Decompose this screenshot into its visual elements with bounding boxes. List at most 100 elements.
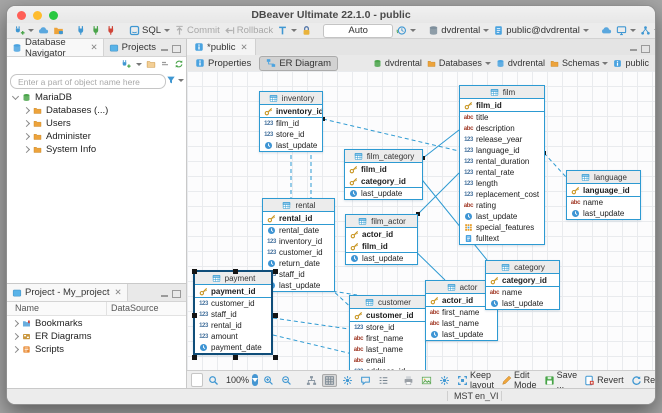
print-button[interactable] [401,374,416,387]
auto-commit-combo[interactable]: Auto [323,24,393,38]
entity-film_category[interactable]: film_categoryfilm_idcategory_idlast_upda… [344,149,423,200]
selection-handle[interactable] [192,269,197,274]
entity-payment[interactable]: paymentpayment_id123customer_id123staff_… [193,270,273,355]
disconnect-button[interactable] [105,24,118,38]
diagram-settings-button[interactable] [340,374,355,387]
expander-icon[interactable] [12,333,19,340]
minimize-panel-icon[interactable] [161,295,168,297]
schema-combo[interactable]: public@dvdrental [492,24,590,38]
entity-language[interactable]: languagelanguage_idabcnamelast_update [566,170,641,220]
selection-handle[interactable] [273,355,278,360]
maximize-panel-icon[interactable] [172,45,181,53]
filter-settings-button[interactable] [166,75,184,85]
er-diagram-canvas[interactable]: inventoryinventory_id123film_id123store_… [187,71,655,370]
tab-public-editor[interactable]: *public ✕ [187,39,256,55]
network-button[interactable] [639,24,656,38]
entity-header[interactable]: film_actor [346,215,417,228]
tree-item-root[interactable]: MariaDB [7,91,186,104]
entity-film[interactable]: filmfilm_idabctitleabcdescription123rele… [459,85,545,245]
column-name[interactable]: Name [15,303,39,313]
tab-project[interactable]: Project - My_project ✕ [7,284,128,301]
project-item[interactable]: Scripts [7,343,186,356]
lock-button[interactable] [300,24,313,38]
open-connection-button[interactable] [52,24,65,38]
refresh-button[interactable]: Refresh [629,374,656,387]
tree-item[interactable]: Administer [7,130,186,143]
expander-icon[interactable] [23,146,30,153]
diagram-options-button[interactable] [437,374,452,387]
breadcrumb-item[interactable]: public [612,58,649,68]
reconnect-button[interactable] [90,24,103,38]
selection-handle[interactable] [233,355,238,360]
diagram-search-field[interactable] [191,373,203,387]
export-image-button[interactable] [419,374,434,387]
auto-layout-button[interactable] [304,374,319,387]
minimize-panel-icon[interactable] [161,49,168,51]
expander-icon[interactable] [23,120,30,127]
selection-handle[interactable] [192,313,197,318]
entity-category[interactable]: categorycategory_idabcnamelast_update [485,260,560,310]
open-folder-button[interactable] [146,56,156,74]
expander-icon[interactable] [23,133,30,140]
project-item[interactable]: Bookmarks [7,317,186,330]
connect-to-database-button[interactable] [121,56,131,74]
breadcrumb-item[interactable]: Databases [426,58,491,68]
tree-item[interactable]: Databases (...) [7,104,186,117]
breadcrumb-item[interactable]: dvdrental [372,58,422,68]
selection-handle[interactable] [233,269,238,274]
ssh-console-button[interactable] [615,24,637,38]
maximize-editor-icon[interactable] [641,45,650,53]
entity-header[interactable]: inventory [260,92,322,105]
refresh-tree-button[interactable] [174,56,184,74]
selection-handle[interactable] [273,313,278,318]
transaction-mode-button[interactable] [276,24,298,38]
entity-film_actor[interactable]: film_actoractor_idfilm_idlast_update [345,214,418,265]
expander-icon[interactable] [12,320,19,327]
tree-item[interactable]: Users [7,117,186,130]
transaction-log-button[interactable] [395,24,417,38]
tab-er-diagram[interactable]: ER Diagram [259,56,338,71]
maximize-panel-icon[interactable] [172,290,181,298]
cloud-connections-button[interactable] [37,24,50,38]
collapse-all-button[interactable] [160,56,170,74]
close-icon[interactable]: ✕ [91,42,98,53]
toggle-grid-button[interactable] [322,374,337,387]
diagram-search-input[interactable] [195,374,199,386]
toggle-attributes-button[interactable] [376,374,391,387]
column-datasource[interactable]: DataSource [111,303,159,313]
selection-handle[interactable] [273,269,278,274]
entity-customer[interactable]: customercustomer_id123store_idabcfirst_n… [349,295,426,370]
rollback-button[interactable]: Rollback [223,24,274,38]
entity-inventory[interactable]: inventoryinventory_id123film_id123store_… [259,91,323,152]
project-item[interactable]: ER Diagrams [7,330,186,343]
close-icon[interactable]: ✕ [114,287,121,298]
object-filter-field[interactable] [10,74,166,89]
close-icon[interactable]: ✕ [241,42,248,53]
entity-header[interactable]: customer [350,296,425,309]
diagram-search-button[interactable] [206,374,221,387]
minimize-editor-icon[interactable] [630,49,637,51]
tab-properties[interactable]: Properties [189,57,257,70]
timezone-indicator[interactable]: MST [454,391,473,401]
entity-header[interactable]: film [460,86,544,99]
breadcrumb-item[interactable]: dvdrental [495,58,545,68]
entity-header[interactable]: rental [263,199,334,212]
commit-button[interactable]: Commit [173,24,221,38]
expander-icon[interactable] [12,346,19,353]
connect-button[interactable] [75,24,88,38]
tab-database-navigator[interactable]: Database Navigator ✕ [7,39,104,56]
zoom-in-button[interactable] [261,374,276,387]
locale-indicator[interactable]: en_VI [475,391,499,401]
entity-header[interactable]: language [567,171,640,184]
entity-header[interactable]: film_category [345,150,422,163]
breadcrumb-item[interactable]: Schemas [549,58,609,68]
new-connection-button[interactable] [13,24,35,38]
cloud-explorer-button[interactable] [600,24,613,38]
expander-icon[interactable] [23,107,30,114]
tab-projects[interactable]: Projects [104,39,161,56]
database-combo[interactable]: dvdrental [427,24,490,38]
expander-icon[interactable] [12,93,19,100]
zoom-dropdown-button[interactable] [252,374,258,386]
object-filter-input[interactable] [16,76,160,88]
entity-header[interactable]: category [486,261,559,274]
